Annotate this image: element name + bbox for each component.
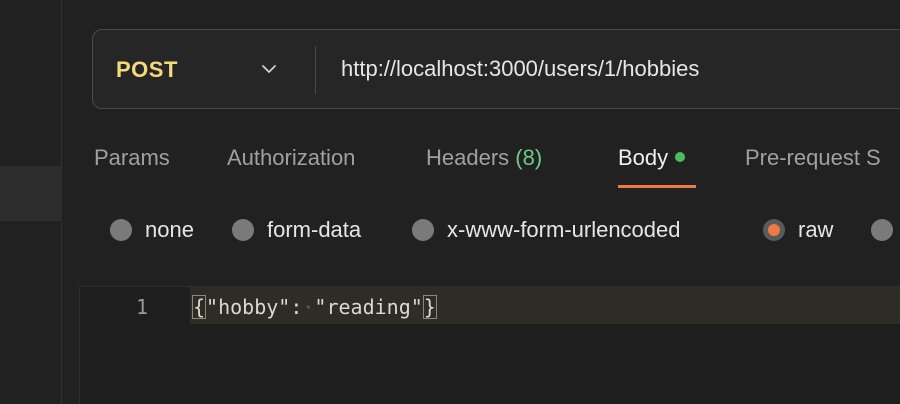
app-window: POST http://localhost:3000/users/1/hobbi… [0, 0, 900, 404]
method-dropdown[interactable]: POST [93, 30, 315, 108]
radio-binary-circle [871, 219, 893, 241]
tab-body-label: Body [618, 145, 669, 170]
request-bar: POST http://localhost:3000/users/1/hobbi… [92, 29, 900, 109]
tab-headers-label: Headers [426, 145, 510, 170]
tab-authorization[interactable]: Authorization [227, 145, 355, 171]
open-brace: { [192, 295, 207, 319]
close-brace: } [422, 295, 437, 319]
tab-headers[interactable]: Headers (8) [426, 145, 542, 171]
sidebar [0, 0, 62, 404]
whitespace-marker: · [302, 295, 315, 319]
radio-raw-label: raw [798, 217, 834, 242]
line-number: 1 [136, 295, 149, 319]
radio-none-circle [110, 219, 132, 241]
method-divider [315, 46, 316, 94]
radio-urlencoded-circle [412, 219, 434, 241]
radio-form-data-label: form-data [267, 217, 362, 242]
body-modified-dot [675, 152, 686, 162]
tab-body[interactable]: Body [618, 145, 686, 171]
url-input[interactable]: http://localhost:3000/users/1/hobbies [341, 56, 699, 82]
radio-urlencoded-label: x-www-form-urlencoded [447, 217, 681, 242]
radio-none-label: none [145, 217, 194, 242]
tab-params[interactable]: Params [94, 145, 170, 171]
tab-prerequest-script[interactable]: Pre-request S [745, 145, 881, 171]
active-tab-underline [618, 185, 696, 188]
body-type-selector: none form-data x-www-form-urlencoded raw [0, 210, 900, 250]
body-editor[interactable]: 1 {"hobby":·"reading"} [79, 286, 900, 404]
json-key: "hobby": [206, 295, 303, 319]
json-value: "reading" [314, 295, 423, 319]
method-label: POST [116, 57, 178, 82]
code-line[interactable]: {"hobby":·"reading"} [192, 295, 437, 319]
request-tabs: Params Authorization Headers (8) Body Pr… [0, 140, 900, 192]
headers-count-badge: (8) [515, 145, 543, 170]
chevron-down-icon [262, 65, 276, 73]
radio-form-data-circle [232, 219, 254, 241]
radio-raw-circle-selected [763, 219, 785, 241]
